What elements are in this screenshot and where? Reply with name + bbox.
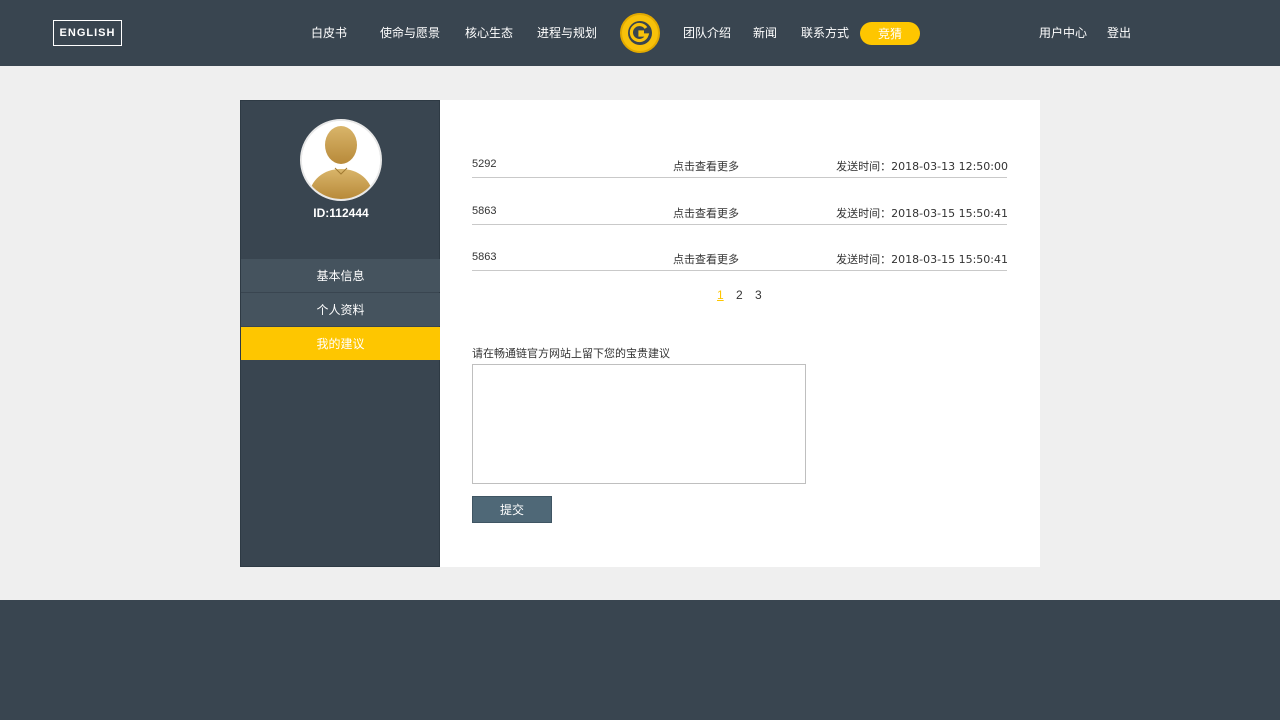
user-id-label: ID:112444	[313, 206, 369, 220]
message-row: 5292 点击查看更多 发送时间：2018-03-13 12:50:00	[472, 131, 1008, 178]
footer	[0, 600, 1280, 720]
nav-whitepaper[interactable]: 白皮书	[311, 24, 347, 42]
english-language-button[interactable]: ENGLISH	[53, 20, 122, 46]
logout-link[interactable]: 登出	[1107, 24, 1131, 42]
suggestion-label: 请在畅通链官方网站上留下您的宝贵建议	[472, 347, 670, 360]
nav-core-ecosystem[interactable]: 核心生态	[465, 24, 513, 42]
page-link-2[interactable]: 2	[736, 288, 743, 302]
suggestions-panel: 5292 点击查看更多 发送时间：2018-03-13 12:50:00 586…	[440, 100, 1040, 567]
g-logo-icon[interactable]	[620, 13, 660, 53]
user-sidebar: ID:112444 基本信息 个人资料 我的建议	[240, 100, 440, 567]
nav-mission-vision[interactable]: 使命与愿景	[380, 24, 440, 42]
avatar-figure	[302, 121, 380, 199]
view-more-link[interactable]: 点击查看更多	[673, 205, 739, 221]
user-avatar-icon	[300, 119, 382, 201]
message-id: 5292	[472, 158, 497, 170]
g-logo-glyph	[628, 21, 652, 45]
message-time: 发送时间：2018-03-15 15:50:41	[836, 207, 1008, 220]
message-id: 5863	[472, 205, 497, 217]
nav-contact[interactable]: 联系方式	[801, 24, 849, 42]
message-id: 5863	[472, 251, 497, 263]
page-link-3[interactable]: 3	[755, 288, 762, 302]
page-link-1[interactable]: 1	[717, 288, 724, 302]
nav-team[interactable]: 团队介绍	[683, 24, 731, 42]
view-more-link[interactable]: 点击查看更多	[673, 251, 739, 267]
nav-news[interactable]: 新闻	[753, 24, 777, 42]
message-row: 5863 点击查看更多 发送时间：2018-03-15 15:50:41	[472, 224, 1008, 271]
top-nav-bar: ENGLISH 白皮书 使命与愿景 核心生态 进程与规划 团队介绍 新闻 联系方…	[0, 0, 1280, 66]
submit-button[interactable]: 提交	[472, 496, 552, 523]
suggestion-textarea[interactable]	[472, 364, 806, 484]
message-time: 发送时间：2018-03-15 15:50:41	[836, 253, 1008, 266]
menu-basic-info[interactable]: 基本信息	[241, 259, 440, 292]
message-time: 发送时间：2018-03-13 12:50:00	[836, 160, 1008, 173]
nav-progress-plan[interactable]: 进程与规划	[537, 24, 597, 42]
menu-personal-profile[interactable]: 个人资料	[241, 293, 440, 326]
message-row: 5863 点击查看更多 发送时间：2018-03-15 15:50:41	[472, 178, 1008, 225]
guess-button[interactable]: 竞猜	[860, 22, 920, 45]
view-more-link[interactable]: 点击查看更多	[673, 158, 739, 174]
user-center-link[interactable]: 用户中心	[1039, 24, 1087, 42]
menu-my-suggestions[interactable]: 我的建议	[241, 327, 440, 360]
